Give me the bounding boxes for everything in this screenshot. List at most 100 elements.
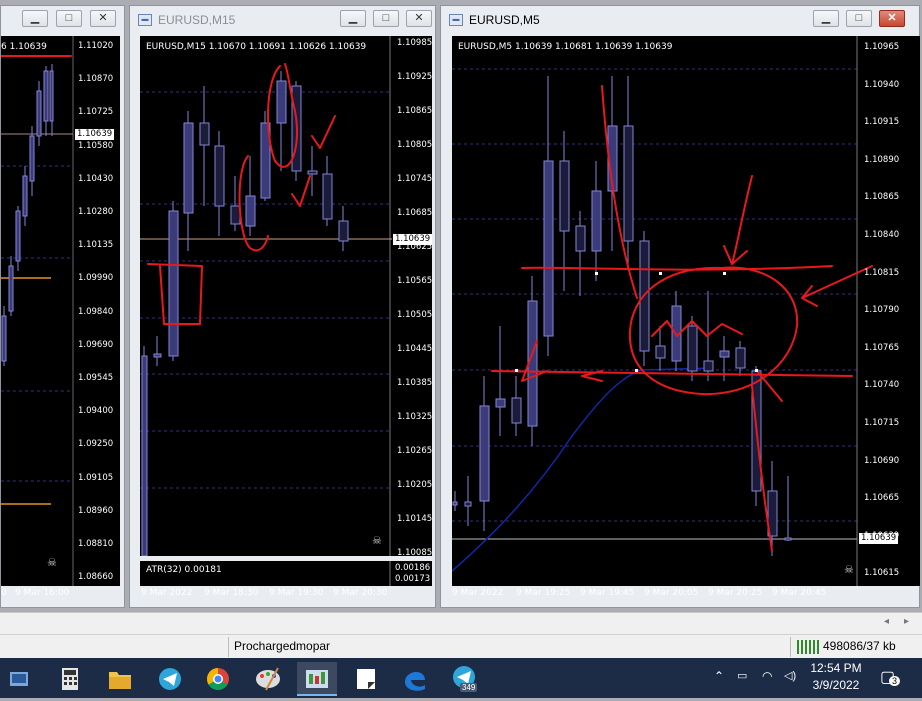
price-tick: 1.09690 bbox=[78, 339, 114, 350]
price-tick: 1.10805 bbox=[397, 140, 432, 150]
price-tick: 1.10740 bbox=[864, 380, 900, 391]
current-price-badge: 1.10639 bbox=[859, 533, 899, 544]
volume-icon[interactable]: ◁) bbox=[784, 669, 796, 682]
price-tick: 1.10445 bbox=[397, 344, 432, 354]
price-tick: 1.10145 bbox=[397, 514, 432, 524]
price-tick: 1.10565 bbox=[397, 276, 432, 286]
file-explorer-icon[interactable] bbox=[100, 662, 140, 696]
price-tick: 1.10430 bbox=[78, 173, 114, 184]
close-button[interactable]: ✕ bbox=[879, 10, 905, 27]
price-tick: 1.10890 bbox=[864, 154, 900, 165]
status-bar: Prochargedmopar 498086/37 kb bbox=[0, 634, 922, 658]
maximize-button[interactable]: □ bbox=[846, 10, 872, 27]
minimize-button[interactable]: ▁ bbox=[813, 10, 839, 27]
notification-count: 3 bbox=[889, 676, 901, 686]
battery-icon[interactable]: ▭ bbox=[737, 669, 747, 682]
price-scale-m5: 1.10965 1.10940 1.10915 1.10890 1.10865 1.108… bbox=[862, 36, 920, 586]
chart-info-label: EURUSD,M15 1.10670 1.10691 1.10626 1.106… bbox=[146, 42, 367, 52]
price-tick: 1.10715 bbox=[864, 418, 900, 428]
profile-name: Prochargedmopar bbox=[234, 639, 331, 653]
price-tick: 1.10840 bbox=[864, 230, 900, 240]
price-tick: 1.10865 bbox=[864, 192, 900, 203]
price-tick: 1.10685 bbox=[397, 208, 432, 218]
price-tick: 1.10815 bbox=[864, 267, 900, 278]
price-tick: 1.10725 bbox=[78, 107, 114, 118]
skull-icon: ☠ bbox=[47, 557, 57, 569]
start-icon[interactable] bbox=[0, 662, 40, 696]
telegram-icon[interactable]: 349 bbox=[444, 662, 484, 696]
price-tick: 1.10765 bbox=[864, 342, 900, 353]
price-tick: 1.10865 bbox=[397, 106, 432, 116]
chart-area-left[interactable]: 6 1.10639 1.11020 1.10870 1.10725 1.10580 1.… bbox=[1, 36, 120, 586]
price-tick: 1.10985 bbox=[397, 38, 432, 48]
close-button[interactable]: ✕ bbox=[90, 10, 116, 27]
clock-time: 12:54 PM bbox=[810, 661, 862, 675]
titlebar-left[interactable]: ▁ □ ✕ bbox=[1, 6, 124, 34]
price-tick: 1.09545 bbox=[78, 373, 114, 383]
current-price-badge: 1.10639 bbox=[393, 234, 432, 245]
price-tick: 1.11020 bbox=[78, 41, 114, 51]
connection-bars-icon bbox=[797, 640, 819, 654]
maximize-button[interactable]: □ bbox=[56, 10, 82, 27]
chart-window-m15[interactable]: ▬ EURUSD,M15 ▁ □ ✕ EURUSD,M15 1.10670 1.… bbox=[129, 5, 436, 608]
price-tick: 1.10790 bbox=[864, 305, 900, 316]
price-tick: 1.10915 bbox=[864, 117, 900, 128]
price-tick: 1.10925 bbox=[397, 72, 432, 82]
price-tick: 1.08810 bbox=[78, 539, 114, 549]
chart-window-left[interactable]: ▁ □ ✕ 6 1.10639 1.11020 1.10870 1.10725 … bbox=[0, 5, 125, 608]
scroll-left-icon[interactable]: ◂ bbox=[884, 616, 889, 627]
price-scale-left: 1.11020 1.10870 1.10725 1.10580 1.10430 1.102… bbox=[76, 36, 120, 586]
skull-icon: ☠ bbox=[372, 535, 382, 547]
window-title: EURUSD,M15 bbox=[158, 13, 236, 27]
metatrader-icon[interactable] bbox=[297, 662, 337, 696]
clock-date: 3/9/2022 bbox=[812, 678, 860, 692]
chart-window-m5[interactable]: ▬ EURUSD,M5 ▁ □ ✕ EURUSD,M5 1.10639 1.10… bbox=[440, 5, 920, 608]
price-tick: 1.10745 bbox=[397, 174, 432, 184]
notes-icon[interactable] bbox=[346, 662, 386, 696]
price-tick: 1.08960 bbox=[78, 505, 114, 516]
telegram-icon[interactable] bbox=[150, 662, 190, 696]
chart-info-label: EURUSD,M5 1.10639 1.10681 1.10639 1.1063… bbox=[458, 42, 673, 52]
edge-icon[interactable] bbox=[395, 662, 435, 696]
chrome-icon[interactable] bbox=[198, 662, 238, 696]
price-tick: 1.10505 bbox=[397, 310, 432, 320]
time-scale-left: 0 9 Mar 16:00 bbox=[1, 588, 70, 598]
wifi-icon[interactable]: ◠ bbox=[762, 669, 772, 683]
chart-area-m5[interactable]: EURUSD,M5 1.10639 1.10681 1.10639 1.1063… bbox=[452, 36, 920, 586]
window-title: EURUSD,M5 bbox=[469, 13, 540, 27]
atr-indicator-pane[interactable]: ATR(32) 0.00181 0.00186 0.00173 bbox=[140, 559, 432, 586]
price-tick: 1.09990 bbox=[78, 273, 114, 284]
minimize-button[interactable]: ▁ bbox=[340, 10, 366, 27]
maximize-button[interactable]: □ bbox=[373, 10, 399, 27]
price-tick: 1.10870 bbox=[78, 74, 114, 85]
time-scale-m5: 9 Mar 2022 9 Mar 19:25 9 Mar 19:45 9 Mar… bbox=[452, 588, 827, 598]
paint-icon[interactable] bbox=[248, 662, 288, 696]
titlebar-m5[interactable]: ▬ EURUSD,M5 ▁ □ ✕ bbox=[441, 6, 919, 34]
current-price-badge: 1.10639 bbox=[75, 129, 115, 140]
skull-icon: ☠ bbox=[844, 564, 854, 576]
price-tick: 1.10615 bbox=[864, 568, 900, 579]
indicator-scale: 0.00186 0.00173 bbox=[395, 563, 431, 584]
time-scale-m15: 9 Mar 2022 9 Mar 18:30 9 Mar 19:30 9 Mar… bbox=[141, 588, 388, 598]
chart-tab-scrollbar[interactable]: ◂ ▸ bbox=[0, 612, 922, 634]
price-tick: 1.10265 bbox=[397, 446, 432, 456]
price-tick: 1.09840 bbox=[78, 306, 114, 317]
price-tick: 1.08660 bbox=[78, 572, 114, 583]
clock[interactable]: 12:54 PM 3/9/2022 bbox=[806, 661, 866, 692]
titlebar-m15[interactable]: ▬ EURUSD,M15 ▁ □ ✕ bbox=[130, 6, 435, 34]
unread-badge: 349 bbox=[460, 683, 478, 692]
close-button[interactable]: ✕ bbox=[406, 10, 432, 27]
price-tick: 1.09400 bbox=[78, 406, 114, 417]
chart-area-m15[interactable]: EURUSD,M15 1.10670 1.10691 1.10626 1.106… bbox=[140, 36, 432, 556]
price-tick: 1.10665 bbox=[864, 493, 900, 504]
chevron-up-icon[interactable]: ⌃ bbox=[714, 669, 724, 683]
chart-window-icon: ▬ bbox=[138, 14, 152, 26]
scroll-right-icon[interactable]: ▸ bbox=[904, 616, 909, 627]
calculator-icon[interactable] bbox=[50, 662, 90, 696]
price-tick: 1.10940 bbox=[864, 79, 900, 90]
minimize-button[interactable]: ▁ bbox=[22, 10, 48, 27]
price-tick: 1.10205 bbox=[397, 480, 432, 490]
price-tick: 1.10325 bbox=[397, 412, 432, 422]
price-tick: 1.10690 bbox=[864, 455, 900, 466]
price-tick: 1.10135 bbox=[78, 240, 114, 251]
